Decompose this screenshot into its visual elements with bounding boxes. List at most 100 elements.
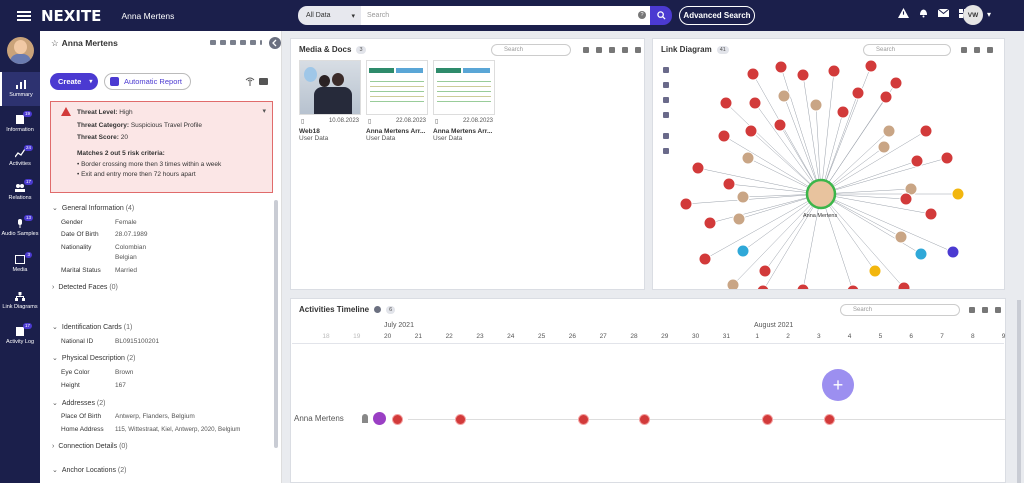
graph-node[interactable] [864, 59, 878, 73]
graph-node[interactable] [868, 264, 882, 278]
profile-photo[interactable] [7, 37, 34, 64]
graph-node[interactable] [741, 151, 755, 165]
graph-node[interactable] [748, 96, 762, 110]
trash-icon[interactable] [250, 40, 256, 45]
graph-node[interactable] [726, 278, 740, 290]
graph-node[interactable] [924, 207, 938, 221]
timeline-event[interactable] [762, 414, 773, 425]
graph-node[interactable] [722, 177, 736, 191]
mail-icon[interactable] [938, 9, 949, 17]
more-icon[interactable] [260, 40, 262, 45]
share-icon[interactable] [230, 40, 236, 45]
graph-node[interactable] [698, 252, 712, 266]
graph-node[interactable] [951, 187, 965, 201]
graph-node[interactable] [758, 264, 772, 278]
fit-icon[interactable] [663, 97, 669, 103]
graph-node[interactable] [899, 192, 913, 206]
automatic-report-button[interactable]: Automatic Report [104, 73, 191, 90]
graph-node[interactable] [717, 129, 731, 143]
graph-node[interactable] [827, 64, 841, 78]
nav-audio-samples[interactable]: 13 Audio Samples [0, 211, 40, 245]
search-input[interactable]: Search ? [361, 6, 650, 25]
advanced-search-button[interactable]: Advanced Search [679, 6, 755, 25]
nav-media[interactable]: 3 Media [0, 247, 40, 281]
section-detected-faces[interactable]: › Detected Faces (0) [52, 284, 118, 291]
layout-icon[interactable] [663, 82, 669, 88]
graph-node[interactable] [846, 284, 860, 290]
graph-node[interactable] [756, 284, 770, 290]
chevron-down-icon[interactable] [969, 307, 975, 313]
chevron-down-icon[interactable] [609, 47, 615, 53]
star-icon[interactable]: ☆ [51, 38, 59, 49]
graph-node[interactable] [679, 197, 693, 211]
center-node[interactable] [805, 178, 837, 210]
graph-node[interactable] [703, 216, 717, 230]
graph-node[interactable] [919, 124, 933, 138]
search-scope-select[interactable]: All Data ▾ [298, 6, 361, 25]
nav-information[interactable]: 19 Information [0, 107, 40, 141]
graph-node[interactable] [897, 281, 911, 290]
nav-activities[interactable]: 24 Activities [0, 141, 40, 175]
graph-node[interactable] [796, 68, 810, 82]
person-icon[interactable] [663, 112, 669, 118]
graph-node[interactable] [889, 76, 903, 90]
expand-icon[interactable] [982, 307, 988, 313]
timeline-event[interactable] [639, 414, 650, 425]
edit-icon[interactable] [240, 40, 246, 45]
timeline-event[interactable] [455, 414, 466, 425]
nav-activity-log[interactable]: 17 Activity Log [0, 319, 40, 353]
graph-node[interactable] [774, 60, 788, 74]
bell-icon[interactable] [919, 8, 928, 18]
link-graph[interactable] [653, 39, 1005, 290]
graph-node[interactable] [744, 124, 758, 138]
graph-node[interactable] [777, 89, 791, 103]
section-anchor-locations[interactable]: ⌄ Anchor Locations (2) [52, 466, 126, 474]
graph-node[interactable] [691, 161, 705, 175]
graph-node[interactable] [910, 154, 924, 168]
nav-summary[interactable]: Summary [0, 72, 40, 106]
tag-icon[interactable] [210, 40, 216, 45]
graph-node[interactable] [940, 151, 954, 165]
graph-node[interactable] [836, 105, 850, 119]
antenna-icon[interactable] [245, 76, 255, 86]
help-icon[interactable]: ? [638, 11, 646, 19]
graph-node[interactable] [851, 86, 865, 100]
graph-node[interactable] [882, 124, 896, 138]
home-icon[interactable] [663, 67, 669, 73]
menu-icon[interactable] [17, 10, 31, 21]
media-search-input[interactable]: Search [491, 44, 571, 56]
folder-icon[interactable] [259, 78, 268, 85]
graph-node[interactable] [773, 118, 787, 132]
add-button[interactable]: + [822, 369, 854, 401]
graph-node[interactable] [879, 90, 893, 104]
media-item[interactable]: ▯ 10.08.2023 Web18 User Data [299, 60, 361, 142]
timeline-event[interactable] [578, 414, 589, 425]
section-addresses[interactable]: ⌄ Addresses (2) [52, 399, 105, 407]
section-physical[interactable]: ⌄ Physical Description (2) [52, 354, 135, 362]
page-scrollbar[interactable] [1017, 300, 1021, 483]
graph-node[interactable] [719, 96, 733, 110]
create-button[interactable]: Create ▾ [50, 73, 98, 90]
timeline-event[interactable] [824, 414, 835, 425]
graph-node[interactable] [732, 212, 746, 226]
alert-icon[interactable] [898, 8, 909, 18]
list-view-icon[interactable] [596, 47, 602, 53]
close-icon[interactable] [995, 307, 1001, 313]
text-icon[interactable] [663, 148, 669, 154]
calendar-icon[interactable] [220, 40, 226, 45]
person-event-icon[interactable] [373, 412, 386, 425]
timeline-search-input[interactable]: Search [840, 304, 960, 316]
section-id-cards[interactable]: ⌄ Identification Cards (1) [52, 323, 132, 331]
media-item[interactable]: ▯ 22.08.2023 Anna Mertens Arr... User Dat… [366, 60, 428, 142]
expand-icon[interactable] [622, 47, 628, 53]
collapse-panel-button[interactable] [269, 37, 281, 49]
graph-node[interactable] [914, 247, 928, 261]
graph-node[interactable] [736, 190, 750, 204]
chevron-down-icon[interactable]: ▾ [987, 10, 991, 19]
section-general-info[interactable]: ⌄ General Information (4) [52, 204, 134, 212]
close-icon[interactable] [635, 47, 641, 53]
graph-node[interactable] [746, 67, 760, 81]
chevron-down-icon[interactable]: ▾ [262, 106, 266, 119]
nav-relations[interactable]: 17 Relations [0, 175, 40, 209]
media-item[interactable]: ▯ 22.08.2023 Anna Mertens Arr... User Dat… [433, 60, 495, 142]
